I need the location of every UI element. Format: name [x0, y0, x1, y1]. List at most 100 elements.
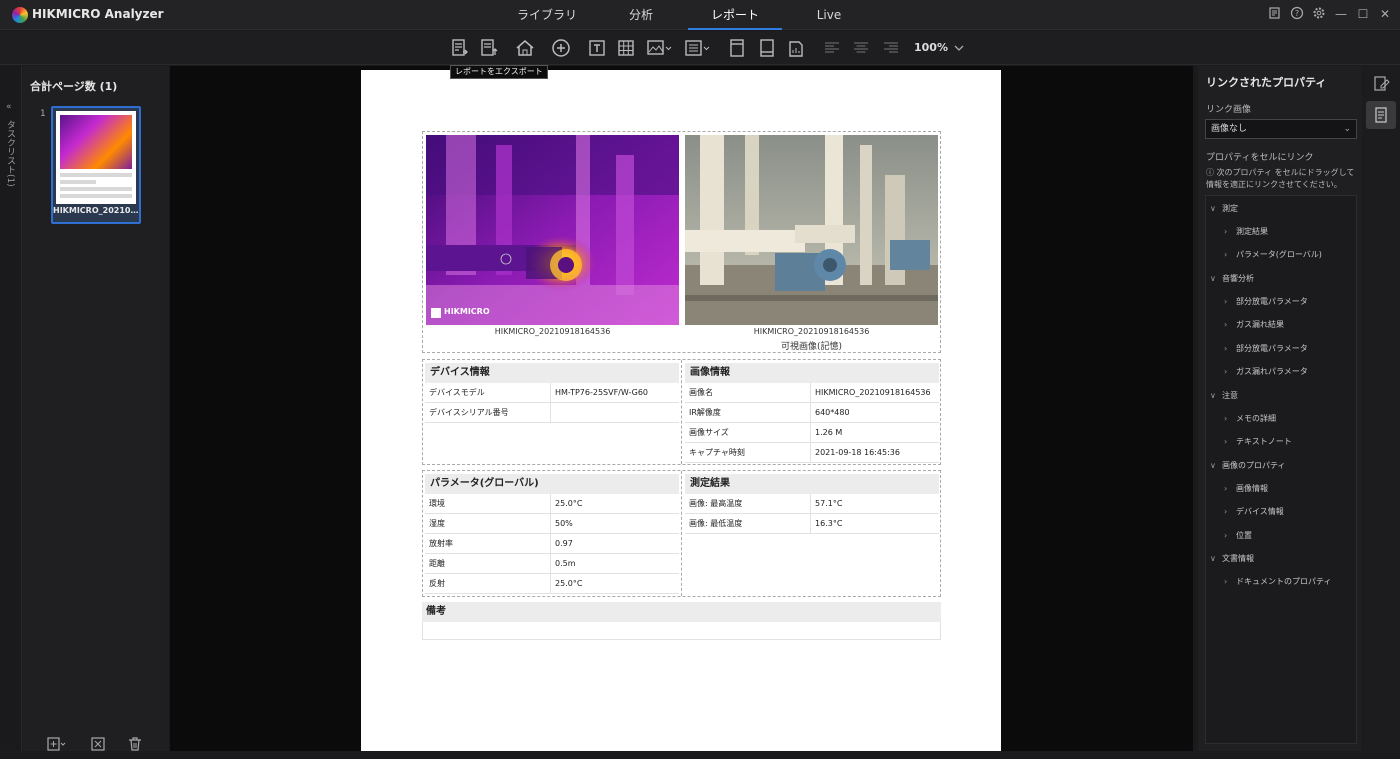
link-image-select[interactable]: 画像なし ⌄ — [1205, 119, 1357, 139]
tab-live[interactable]: Live — [782, 0, 876, 30]
table-row: デバイスモデル HM-TP76-25SVF/W-G60 — [425, 383, 679, 403]
table-cell-key: デバイスシリアル番号 — [425, 403, 551, 422]
chevron-right-icon: › — [1224, 414, 1228, 423]
linked-properties-panel: リンクされたプロパティ リンク画像 画像なし ⌄ プロパティをセルにリンク ⓘ … — [1198, 66, 1362, 751]
params-table[interactable]: パラメータ(グローバル) 環境 25.0°C 湿度 50% 放射率 0.97 距離 0.… — [423, 471, 681, 594]
task-list-side-tab[interactable]: タスクリスト(1) « — [0, 66, 22, 751]
tree-item-image-props[interactable]: ∨ 画像のプロパティ — [1210, 460, 1286, 471]
column-divider — [681, 471, 682, 596]
home-icon[interactable] — [514, 37, 536, 59]
notes-section[interactable]: 備考 — [422, 602, 941, 642]
chevron-right-icon: › — [1224, 344, 1228, 353]
align-right-icon[interactable] — [880, 37, 902, 59]
params-header: パラメータ(グローバル) — [425, 474, 679, 494]
link-image-value: 画像なし — [1211, 124, 1248, 134]
align-left-icon[interactable] — [821, 37, 843, 59]
minimize-icon[interactable]: — — [1334, 6, 1348, 22]
chevron-down-icon: ∨ — [1210, 554, 1216, 563]
thumbnail-line — [60, 187, 132, 191]
tree-item-label: 画像のプロパティ — [1222, 461, 1286, 470]
tree-item-measurement[interactable]: ∨ 測定 — [1210, 203, 1238, 214]
export-template-icon[interactable] — [478, 37, 500, 59]
tree-item-label: 位置 — [1236, 531, 1252, 540]
info-row: デバイス情報 デバイスモデル HM-TP76-25SVF/W-G60 デバイスシリ… — [422, 359, 941, 465]
zoom-chevron-down-icon[interactable] — [952, 37, 966, 59]
add-icon[interactable] — [550, 37, 572, 59]
table-cell-key: 反射 — [425, 574, 551, 593]
tree-item-memo-details[interactable]: › メモの詳細 — [1224, 413, 1276, 424]
tree-item-gas-leak-results[interactable]: › ガス漏れ結果 — [1224, 319, 1284, 330]
tree-item-gas-leak-params[interactable]: › ガス漏れパラメータ — [1224, 366, 1308, 377]
device-info-table[interactable]: デバイス情報 デバイスモデル HM-TP76-25SVF/W-G60 デバイスシリ… — [423, 360, 681, 423]
tree-item-doc-props[interactable]: › ドキュメントのプロパティ — [1224, 576, 1332, 587]
table-cell-key: 環境 — [425, 494, 551, 513]
add-page-icon[interactable] — [47, 736, 67, 752]
page-header-icon[interactable] — [726, 37, 748, 59]
tree-item-label: ドキュメントのプロパティ — [1236, 577, 1332, 586]
align-center-icon[interactable] — [850, 37, 872, 59]
table-cell-value: 25.0°C — [555, 579, 583, 588]
table-cell-key: 画像: 最高温度 — [685, 494, 811, 513]
table-cell-key: 湿度 — [425, 514, 551, 533]
results-header: 測定結果 — [685, 474, 939, 494]
page-thumbnail[interactable]: HIKMICRO_202109... — [51, 106, 141, 224]
main-tabs: ライブラリ 分析 レポート Live — [500, 0, 876, 30]
tab-library[interactable]: ライブラリ — [500, 0, 594, 30]
maximize-icon[interactable]: ☐ — [1356, 6, 1370, 22]
tree-item-label: 部分放電パラメータ — [1236, 344, 1308, 353]
window-controls: ? — ☐ ✕ — [1268, 6, 1392, 22]
tree-item-label: テキストノート — [1236, 437, 1292, 446]
table-cell-key: 画像: 最低温度 — [685, 514, 811, 533]
feedback-icon[interactable] — [1268, 6, 1282, 22]
tree-item-pd-params-2[interactable]: › 部分放電パラメータ — [1224, 343, 1308, 354]
page-footer-icon[interactable] — [756, 37, 778, 59]
table-cell-key: 画像サイズ — [685, 423, 811, 442]
image-info-header: 画像情報 — [685, 363, 939, 383]
edit-properties-icon[interactable] — [1366, 70, 1396, 98]
image-info-table[interactable]: 画像情報 画像名 HIKMICRO_20210918164536 IR解像度 640… — [683, 360, 941, 463]
tree-item-acoustic[interactable]: ∨ 音響分析 — [1210, 273, 1254, 284]
tree-item-notes[interactable]: ∨ 注意 — [1210, 390, 1238, 401]
thumbnail-image — [60, 115, 132, 169]
results-table[interactable]: 測定結果 画像: 最高温度 57.1°C 画像: 最低温度 16.3°C — [683, 471, 941, 534]
notes-body[interactable] — [422, 622, 941, 640]
ir-thermal-image[interactable]: HIKMICRO — [426, 135, 679, 325]
ir-watermark-logo: HIKMICRO — [444, 307, 490, 316]
export-tooltip: レポートをエクスポート — [450, 65, 548, 79]
tab-analysis[interactable]: 分析 — [594, 0, 688, 30]
table-row: 放射率 0.97 — [425, 534, 679, 554]
tree-item-device-info[interactable]: › デバイス情報 — [1224, 506, 1284, 517]
app-logo-icon — [12, 7, 28, 23]
ir-image-caption: HIKMICRO_20210918164536 — [494, 327, 611, 336]
chevron-right-icon: › — [1224, 531, 1228, 540]
tree-item-global-params[interactable]: › パラメータ(グローバル) — [1224, 249, 1322, 260]
tree-item-pd-params[interactable]: › 部分放電パラメータ — [1224, 296, 1308, 307]
table-icon[interactable] — [615, 37, 637, 59]
export-report-icon[interactable] — [449, 37, 471, 59]
tree-item-text-note[interactable]: › テキストノート — [1224, 436, 1292, 447]
close-icon[interactable]: ✕ — [1378, 6, 1392, 22]
list-layout-icon[interactable] — [684, 37, 712, 59]
help-icon[interactable]: ? — [1290, 6, 1304, 22]
settings-gear-icon[interactable] — [1312, 6, 1326, 22]
visible-image-subcaption: 可視画像(記憶) — [780, 342, 843, 352]
text-box-icon[interactable] — [586, 37, 608, 59]
property-tree: ∨ 測定 › 測定結果 › パラメータ(グローバル) ∨ 音響分析 › 部分放電パラメータ… — [1205, 195, 1357, 744]
tab-report[interactable]: レポート — [688, 0, 782, 30]
zoom-level[interactable]: 100% — [914, 41, 948, 54]
tree-item-measurement-results[interactable]: › 測定結果 — [1224, 226, 1268, 237]
chevron-right-icon: › — [1224, 367, 1228, 376]
delete-page-icon[interactable] — [90, 736, 106, 752]
tree-item-location[interactable]: › 位置 — [1224, 530, 1252, 541]
page-setup-icon[interactable] — [785, 37, 807, 59]
insert-image-icon[interactable] — [646, 37, 674, 59]
tree-item-label: 文書情報 — [1222, 554, 1254, 563]
linked-properties-icon[interactable] — [1366, 101, 1396, 129]
trash-icon[interactable] — [127, 736, 143, 752]
visible-photo-image[interactable] — [685, 135, 938, 325]
chevron-right-icon: › — [1224, 250, 1228, 259]
tree-item-image-info[interactable]: › 画像情報 — [1224, 483, 1268, 494]
table-row: 画像: 最高温度 57.1°C — [685, 494, 939, 514]
expand-chevron-icon[interactable]: « — [6, 102, 12, 112]
tree-item-doc-info[interactable]: ∨ 文書情報 — [1210, 553, 1254, 564]
